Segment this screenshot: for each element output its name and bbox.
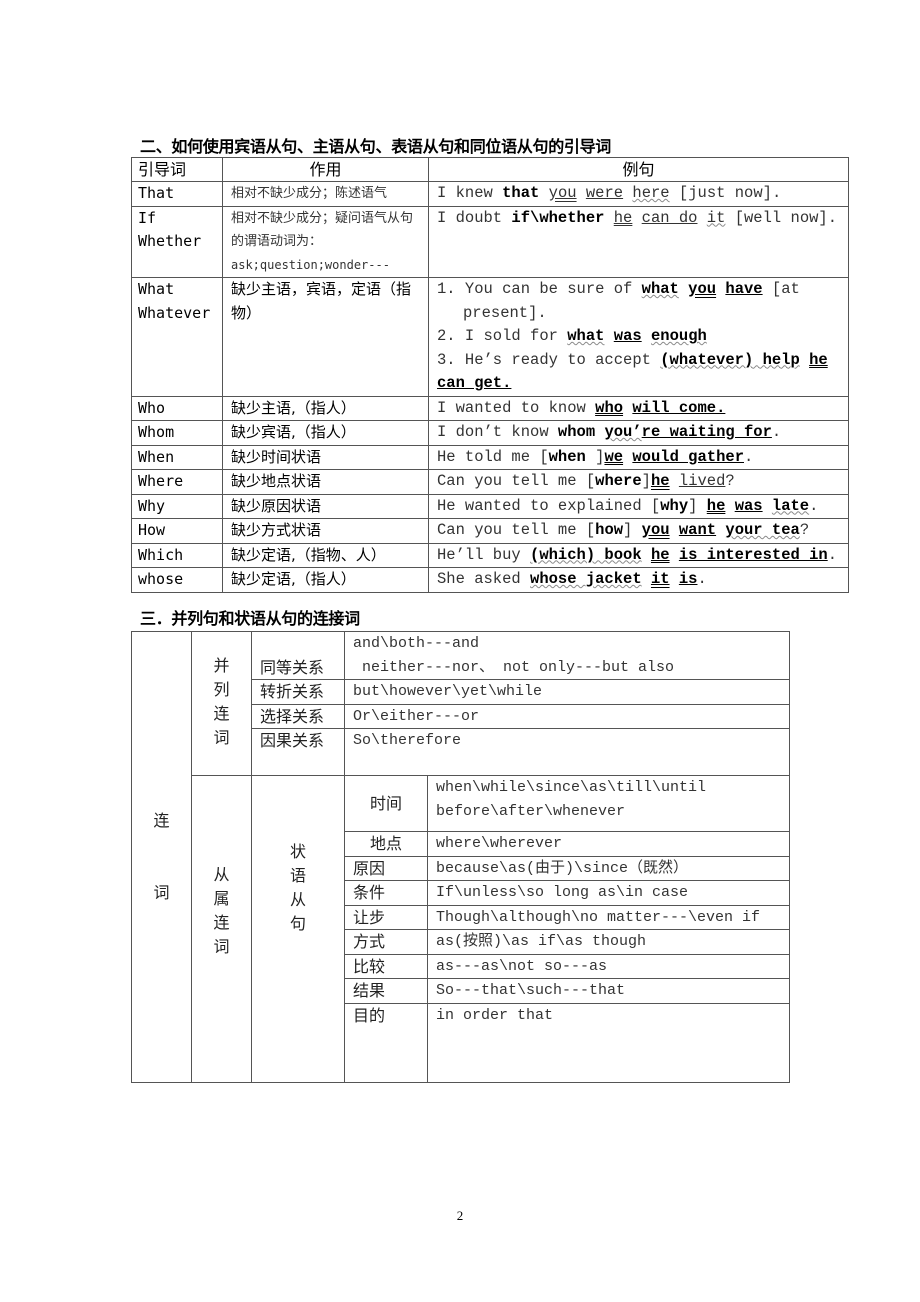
word-cell: Whom bbox=[131, 420, 223, 446]
section2-title: 二、如何使用宾语从句、主语从句、表语从句和同位语从句的引导词 bbox=[140, 137, 612, 156]
words-cell: but\however\yet\while bbox=[344, 679, 790, 705]
usage-cell: 缺少宾语,（指人） bbox=[222, 420, 429, 446]
type-cell: 方式 bbox=[344, 929, 428, 955]
type-cell: 目的 bbox=[344, 1002, 428, 1083]
usage-cell: 缺少主语,（指人） bbox=[222, 395, 429, 421]
table-row: Why 缺少原因状语 He wanted to explained [why] … bbox=[131, 493, 849, 519]
page-number: 2 bbox=[456, 1208, 464, 1223]
type-cell: 比较 bbox=[344, 953, 428, 979]
type-cell: 地点 bbox=[344, 831, 428, 857]
table-row: Where 缺少地点状语 Can you tell me [where]he l… bbox=[131, 469, 849, 495]
words-cell: Or\either---or bbox=[344, 703, 790, 729]
type-cell: 时间 bbox=[344, 775, 428, 832]
usage-cell: 缺少方式状语 bbox=[222, 518, 429, 544]
example-cell: I doubt if\whether he can do it [well no… bbox=[428, 205, 849, 278]
type-cell: 条件 bbox=[344, 880, 428, 906]
table-row: 从属连词 状语从句 时间 when\while\since\as\till\un… bbox=[132, 775, 790, 1083]
words-cell: where\wherever bbox=[427, 831, 790, 857]
word-cell: When bbox=[131, 444, 223, 470]
words-cell: as(按照)\as if\as though bbox=[427, 929, 790, 955]
word-cell: If Whether bbox=[131, 205, 223, 278]
usage-cell: 缺少定语,（指物、人） bbox=[222, 542, 429, 568]
table-row: Which 缺少定语,（指物、人） He’ll buy (which) book… bbox=[131, 542, 849, 568]
usage-cell: 缺少主语，宾语，定语（指物） bbox=[222, 277, 429, 397]
example-cell: She asked whose jacket it is. bbox=[428, 567, 849, 593]
words-cell: and\both---and neither---nor、 not only--… bbox=[344, 631, 790, 680]
table-row: Whom 缺少宾语,（指人） I don’t know whom you’re … bbox=[131, 420, 849, 446]
usage-cell: 相对不缺少成分；疑问语气从句的谓语动词为： ask;question;wonder… bbox=[222, 205, 429, 278]
example-cell: He wanted to explained [why] he was late… bbox=[428, 493, 849, 519]
table-row: When 缺少时间状语 He told me [when ]we would g… bbox=[131, 444, 849, 470]
relation-cell: 因果关系 bbox=[251, 728, 345, 776]
subordinating-label: 从属连词 bbox=[191, 775, 252, 1083]
usage-cell: 缺少原因状语 bbox=[222, 493, 429, 519]
word-cell: Where bbox=[131, 469, 223, 495]
example-cell: He told me [when ]we would gather. bbox=[428, 444, 849, 470]
example-cell: I wanted to know who will come. bbox=[428, 395, 849, 421]
type-cell: 结果 bbox=[344, 978, 428, 1004]
table-row: whose 缺少定语,（指人） She asked whose jacket i… bbox=[131, 567, 849, 593]
word-cell: Who bbox=[131, 395, 223, 421]
relation-cell: 转折关系 bbox=[251, 679, 345, 705]
usage-cell: 缺少地点状语 bbox=[222, 469, 429, 495]
example-cell: He’ll buy (which) book he is interested … bbox=[428, 542, 849, 568]
word-cell: What Whatever bbox=[131, 277, 223, 397]
header-usage: 作用 bbox=[222, 157, 429, 182]
usage-cell: 缺少时间状语 bbox=[222, 444, 429, 470]
coordinating-label: 并列连词 bbox=[191, 631, 252, 776]
type-cell: 让步 bbox=[344, 904, 428, 930]
words-cell: So\therefore bbox=[344, 728, 790, 776]
word-cell: Why bbox=[131, 493, 223, 519]
table-row: Who 缺少主语,（指人） I wanted to know who will … bbox=[131, 395, 849, 421]
words-cell: Though\although\no matter---\even if bbox=[427, 904, 790, 930]
example-cell: 1. You can be sure of what you have [at … bbox=[428, 277, 849, 397]
type-cell: 原因 bbox=[344, 855, 428, 881]
relation-cell: 同等关系 bbox=[251, 631, 345, 680]
conjunction-usage-table: 引导词 作用 例句 That 相对不缺少成分；陈述语气 I knew that … bbox=[131, 157, 849, 593]
header-example: 例句 bbox=[428, 157, 849, 182]
root-label: 连词 bbox=[131, 631, 192, 1083]
words-cell: If\unless\so long as\in case bbox=[427, 880, 790, 906]
relation-cell: 选择关系 bbox=[251, 703, 345, 729]
example-cell: I knew that you were here [just now]. bbox=[428, 181, 849, 207]
words-cell: because\as(由于)\since（既然） bbox=[427, 855, 790, 881]
connectives-table: 连词 并列连词 同等关系 and\both---and neither---no… bbox=[131, 631, 790, 1083]
usage-cell: 缺少定语,（指人） bbox=[222, 567, 429, 593]
example-cell: I don’t know whom you’re waiting for. bbox=[428, 420, 849, 446]
adverbial-clause-label: 状语从句 bbox=[251, 775, 345, 1083]
words-cell: So---that\such---that bbox=[427, 978, 790, 1004]
word-cell: How bbox=[131, 518, 223, 544]
table-row: That 相对不缺少成分；陈述语气 I knew that you were h… bbox=[131, 181, 849, 207]
word-cell: That bbox=[131, 181, 223, 207]
word-cell: whose bbox=[131, 567, 223, 593]
words-cell: as---as\not so---as bbox=[427, 953, 790, 979]
word-cell: Which bbox=[131, 542, 223, 568]
usage-cell: 相对不缺少成分；陈述语气 bbox=[222, 181, 429, 207]
example-cell: Can you tell me [where]he lived? bbox=[428, 469, 849, 495]
section3-title: 三．并列句和状语从句的连接词 bbox=[140, 609, 360, 628]
example-cell: Can you tell me [how] you want your tea? bbox=[428, 518, 849, 544]
table-row: If Whether 相对不缺少成分；疑问语气从句的谓语动词为： ask;quest… bbox=[131, 205, 849, 278]
words-cell: when\while\since\as\till\until before\aft… bbox=[427, 775, 790, 832]
table-row: 连词 并列连词 同等关系 and\both---and neither---no… bbox=[131, 631, 790, 1083]
header-word: 引导词 bbox=[131, 157, 223, 182]
words-cell: in order that bbox=[427, 1002, 790, 1083]
table-header-row: 引导词 作用 例句 bbox=[131, 157, 849, 182]
table-row: How 缺少方式状语 Can you tell me [how] you wan… bbox=[131, 518, 849, 544]
table-row: What Whatever 缺少主语，宾语，定语（指物） 1. You can b… bbox=[131, 277, 849, 397]
